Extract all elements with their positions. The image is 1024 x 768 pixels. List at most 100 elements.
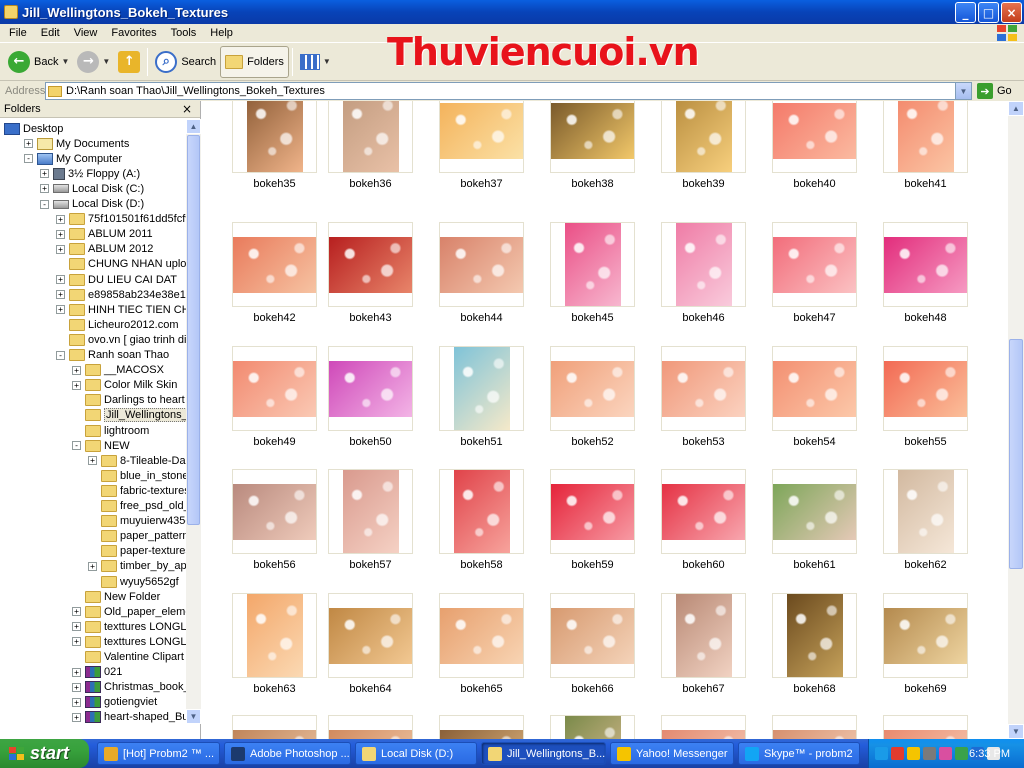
file-name-label[interactable]: bokeh48 <box>883 312 968 324</box>
tree-item[interactable]: lightroom <box>72 423 149 438</box>
file-name-label[interactable]: bokeh60 <box>661 559 746 571</box>
collapse-icon[interactable]: - <box>72 441 81 451</box>
tree-item[interactable]: Jill_Wellingtons_Bokeh_ <box>72 408 186 423</box>
expand-icon[interactable]: + <box>56 214 65 224</box>
tree-item[interactable]: - My Computer <box>24 151 122 166</box>
file-thumbnail[interactable] <box>550 222 635 307</box>
file-thumbnail[interactable] <box>550 593 635 678</box>
file-name-label[interactable]: bokeh47 <box>772 312 857 324</box>
tree-item[interactable]: New Folder <box>72 589 160 604</box>
tree-item[interactable]: + HINH TIEC TIEN CHUP 201 <box>56 302 186 317</box>
expand-icon[interactable]: + <box>72 365 81 375</box>
minimize-button[interactable]: _ <box>955 2 976 23</box>
expand-icon[interactable]: + <box>72 682 81 692</box>
tree-item[interactable]: + ABLUM 2011 <box>56 227 153 242</box>
scroll-thumb[interactable] <box>1009 339 1023 569</box>
file-name-label[interactable]: bokeh41 <box>883 178 968 190</box>
file-thumbnail[interactable] <box>772 715 857 739</box>
file-thumbnail[interactable] <box>550 715 635 739</box>
file-thumbnail[interactable] <box>232 222 317 307</box>
close-icon[interactable]: × <box>182 102 192 116</box>
file-thumbnail[interactable] <box>232 715 317 739</box>
tree-item[interactable]: blue_in_stone_by_ <box>88 468 186 483</box>
expand-icon[interactable]: + <box>40 184 49 194</box>
file-thumbnail[interactable] <box>772 469 857 554</box>
tree-item[interactable]: + timber_by_approx <box>88 559 186 574</box>
file-thumbnail[interactable] <box>439 593 524 678</box>
file-name-label[interactable]: bokeh68 <box>772 683 857 695</box>
back-button[interactable]: ← Back ▼ <box>4 46 73 78</box>
expand-icon[interactable]: + <box>72 712 81 722</box>
tray-icon[interactable] <box>923 747 936 760</box>
file-thumbnail[interactable] <box>883 222 968 307</box>
file-thumbnail[interactable] <box>772 222 857 307</box>
expand-icon[interactable]: + <box>40 169 49 179</box>
file-thumbnail[interactable] <box>661 346 746 431</box>
forward-button[interactable]: → ▼ <box>73 46 114 78</box>
file-thumbnail[interactable] <box>232 593 317 678</box>
expand-icon[interactable]: + <box>72 637 81 647</box>
tree-item[interactable]: wyuy5652gf <box>88 574 179 589</box>
file-thumbnail[interactable] <box>661 715 746 739</box>
file-thumbnail[interactable] <box>328 222 413 307</box>
file-thumbnail[interactable] <box>883 469 968 554</box>
file-name-label[interactable]: bokeh40 <box>772 178 857 190</box>
file-thumbnail[interactable] <box>661 593 746 678</box>
file-thumbnail[interactable] <box>439 715 524 739</box>
tree-item[interactable]: + Local Disk (C:) <box>40 181 144 196</box>
file-thumbnail[interactable] <box>328 593 413 678</box>
tray-icon[interactable] <box>955 747 968 760</box>
tree-item[interactable]: free_psd_old_pape <box>88 499 186 514</box>
file-name-label[interactable]: bokeh63 <box>232 683 317 695</box>
tree-item[interactable]: +75f101501f61dd5fcf929db <box>56 212 186 227</box>
file-name-label[interactable]: bokeh44 <box>439 312 524 324</box>
file-name-label[interactable]: bokeh57 <box>328 559 413 571</box>
chevron-down-icon[interactable]: ▼ <box>323 57 331 66</box>
tree-item[interactable]: + My Documents <box>24 136 129 151</box>
tree-item[interactable]: + Color Milk Skin <box>72 378 177 393</box>
taskbar-button[interactable]: Local Disk (D:) <box>355 742 477 765</box>
file-name-label[interactable]: bokeh39 <box>661 178 746 190</box>
expand-icon[interactable]: + <box>88 456 97 466</box>
tree-item[interactable]: + Old_paper_elements <box>72 604 186 619</box>
tree-item[interactable]: ovo.vn [ giao trinh dien th <box>56 332 186 347</box>
taskbar-button[interactable]: Yahoo! Messenger <box>610 742 734 765</box>
file-thumbnail[interactable] <box>439 469 524 554</box>
tree-item[interactable]: - Ranh soan Thao <box>56 348 169 363</box>
file-name-label[interactable]: bokeh69 <box>883 683 968 695</box>
expand-icon[interactable]: + <box>72 622 81 632</box>
maximize-button[interactable]: □ <box>978 2 999 23</box>
file-name-label[interactable]: bokeh59 <box>550 559 635 571</box>
tree-item[interactable]: fabric-textures-2 <box>88 483 186 498</box>
expand-icon[interactable]: + <box>56 244 65 254</box>
clock[interactable]: 6:33 PM <box>969 748 1010 760</box>
tree-item[interactable]: Desktop <box>4 121 63 136</box>
tree-item[interactable]: + e89858ab234e38e1f0 <box>56 287 186 302</box>
tree-item[interactable]: CHUNG NHAN upload mjss_ <box>56 257 186 272</box>
tree-item[interactable]: + heart-shaped_Bulletin_ <box>72 710 186 724</box>
scroll-thumb[interactable] <box>187 135 200 525</box>
tree-item[interactable]: muyuierw435e <box>88 514 186 529</box>
menu-edit[interactable]: Edit <box>34 27 67 39</box>
file-name-label[interactable]: bokeh43 <box>328 312 413 324</box>
expand-icon[interactable]: + <box>24 139 33 149</box>
tree-item[interactable]: - Local Disk (D:) <box>40 197 144 212</box>
file-name-label[interactable]: bokeh49 <box>232 436 317 448</box>
content-scrollbar[interactable]: ▲ ▼ <box>1008 101 1024 739</box>
file-name-label[interactable]: bokeh64 <box>328 683 413 695</box>
taskbar-button[interactable]: Jill_Wellingtons_B... <box>481 742 606 765</box>
file-thumbnail[interactable] <box>232 469 317 554</box>
file-name-label[interactable]: bokeh53 <box>661 436 746 448</box>
file-name-label[interactable]: bokeh51 <box>439 436 524 448</box>
tree-item[interactable]: - NEW <box>72 438 130 453</box>
file-thumbnail[interactable] <box>439 222 524 307</box>
file-name-label[interactable]: bokeh61 <box>772 559 857 571</box>
tree-item[interactable]: + Christmas_book_psd_b <box>72 680 186 695</box>
file-thumbnail[interactable] <box>772 593 857 678</box>
expand-icon[interactable]: + <box>56 305 65 315</box>
file-name-label[interactable]: bokeh42 <box>232 312 317 324</box>
expand-icon[interactable]: + <box>56 275 65 284</box>
tree-item[interactable]: paper_patterns <box>88 529 186 544</box>
taskbar-button[interactable]: Adobe Photoshop ... <box>224 742 351 765</box>
file-thumbnail[interactable] <box>550 469 635 554</box>
